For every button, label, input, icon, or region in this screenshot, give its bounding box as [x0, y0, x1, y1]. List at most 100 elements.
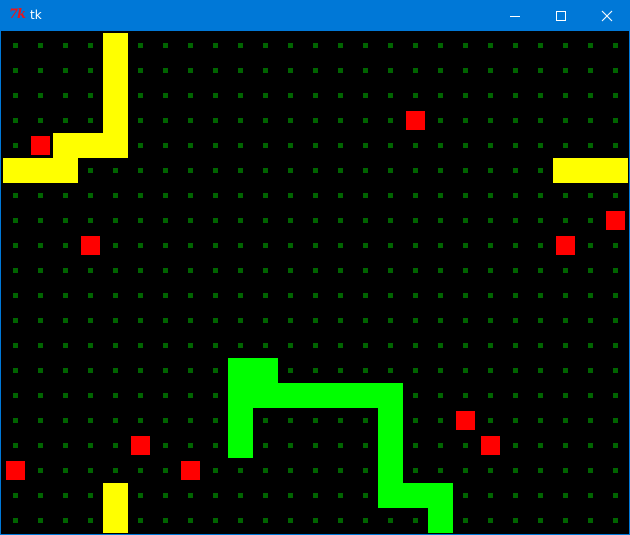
grid-dot — [288, 293, 293, 298]
minimize-button[interactable] — [492, 0, 538, 31]
grid-dot — [13, 68, 18, 73]
grid-dot — [138, 318, 143, 323]
grid-dot — [63, 43, 68, 48]
grid-dot — [513, 143, 518, 148]
grid-dot — [113, 393, 118, 398]
grid-dot — [488, 168, 493, 173]
grid-dot — [313, 168, 318, 173]
grid-dot — [238, 493, 243, 498]
grid-dot — [288, 68, 293, 73]
grid-dot — [288, 443, 293, 448]
title-bar[interactable]: 7k tk — [0, 0, 630, 31]
grid-dot — [113, 193, 118, 198]
grid-dot — [88, 343, 93, 348]
grid-dot — [513, 118, 518, 123]
grid-dot — [88, 318, 93, 323]
grid-dot — [213, 168, 218, 173]
grid-dot — [563, 318, 568, 323]
grid-dot — [163, 343, 168, 348]
snake-segment — [53, 133, 78, 158]
grid-dot — [563, 268, 568, 273]
game-canvas[interactable] — [1, 31, 629, 534]
grid-dot — [13, 118, 18, 123]
grid-dot — [213, 518, 218, 523]
grid-dot — [463, 168, 468, 173]
grid-dot — [113, 418, 118, 423]
snake-segment — [403, 483, 428, 508]
grid-dot — [88, 293, 93, 298]
grid-dot — [613, 518, 618, 523]
grid-dot — [213, 93, 218, 98]
grid-dot — [288, 43, 293, 48]
game-window: 7k tk — [0, 0, 630, 535]
grid-dot — [338, 443, 343, 448]
grid-dot — [388, 118, 393, 123]
grid-dot — [213, 193, 218, 198]
maximize-button[interactable] — [538, 0, 584, 31]
grid-dot — [363, 43, 368, 48]
grid-dot — [263, 518, 268, 523]
grid-dot — [288, 118, 293, 123]
grid-dot — [238, 168, 243, 173]
grid-dot — [263, 318, 268, 323]
grid-dot — [13, 193, 18, 198]
snakes — [3, 33, 628, 533]
grid-dot — [288, 493, 293, 498]
grid-dot — [213, 268, 218, 273]
grid-dot — [388, 368, 393, 373]
game-board — [3, 33, 628, 533]
grid-dot — [263, 468, 268, 473]
grid-dot — [188, 168, 193, 173]
grid-dot — [538, 518, 543, 523]
grid-dot — [513, 493, 518, 498]
grid-dot — [463, 43, 468, 48]
snake-segment — [3, 158, 28, 183]
grid-dot — [188, 343, 193, 348]
grid-dot — [413, 368, 418, 373]
grid-dot — [213, 293, 218, 298]
close-button[interactable] — [584, 0, 630, 31]
grid-dot — [338, 268, 343, 273]
grid-dot — [463, 493, 468, 498]
grid-dot — [463, 518, 468, 523]
grid-dot — [438, 318, 443, 323]
grid-dot — [438, 168, 443, 173]
grid-dot — [113, 168, 118, 173]
grid-dot — [88, 268, 93, 273]
grid-dot — [363, 68, 368, 73]
grid-dot — [38, 193, 43, 198]
food-item — [181, 461, 200, 480]
grid-dot — [13, 293, 18, 298]
grid-dot — [238, 143, 243, 148]
grid-dot — [338, 518, 343, 523]
grid-dot — [63, 243, 68, 248]
grid-dot — [313, 518, 318, 523]
grid-dot — [88, 168, 93, 173]
grid-dot — [288, 93, 293, 98]
grid-dot — [113, 443, 118, 448]
grid-dot — [313, 43, 318, 48]
grid-dot — [13, 393, 18, 398]
grid-dot — [463, 368, 468, 373]
grid-dot — [438, 468, 443, 473]
grid-dot — [138, 168, 143, 173]
grid-dot — [513, 218, 518, 223]
grid-dot — [213, 118, 218, 123]
grid-dot — [363, 518, 368, 523]
grid-dot — [513, 68, 518, 73]
grid-dot — [463, 293, 468, 298]
grid-dot — [238, 218, 243, 223]
grid-dot — [513, 293, 518, 298]
grid-dot — [13, 218, 18, 223]
snake-segment — [103, 83, 128, 108]
grid-dot — [88, 118, 93, 123]
grid-dot — [38, 368, 43, 373]
grid-dot — [63, 268, 68, 273]
grid-dot — [413, 393, 418, 398]
grid-dot — [613, 93, 618, 98]
grid-dot — [163, 393, 168, 398]
grid-dot — [413, 143, 418, 148]
grid-dot — [163, 143, 168, 148]
grid-dot — [213, 343, 218, 348]
grid-dot — [163, 293, 168, 298]
